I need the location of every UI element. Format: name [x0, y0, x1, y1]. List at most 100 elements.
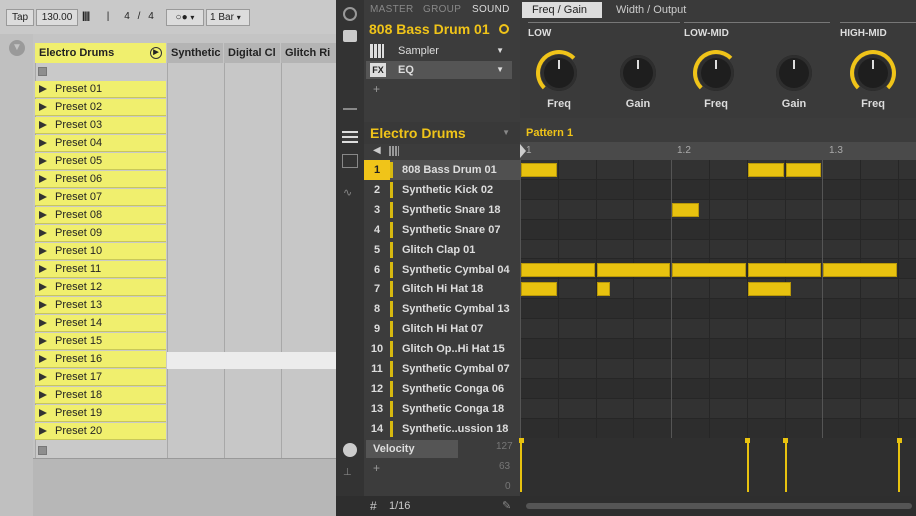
note-event[interactable]	[747, 163, 784, 177]
sound-name[interactable]: 808 Bass Drum 01	[369, 21, 490, 37]
pad-row[interactable]: 11 Synthetic Cymbal 07	[364, 359, 520, 379]
note-event[interactable]	[521, 163, 557, 177]
play-circle-icon[interactable]: ▶	[150, 47, 162, 59]
play-clip-icon[interactable]	[39, 229, 47, 237]
tab-master[interactable]: MASTER	[370, 4, 413, 15]
play-clip-icon[interactable]	[39, 409, 47, 417]
pad-row[interactable]: 14 Synthetic..ussion 18	[364, 419, 520, 439]
pad-row[interactable]: 3 Synthetic Snare 18	[364, 200, 520, 220]
preset-clip[interactable]: Preset 08	[35, 207, 166, 224]
play-clip-icon[interactable]	[39, 211, 47, 219]
track-header-glitch[interactable]: Glitch Ri	[281, 43, 336, 63]
preset-clip[interactable]: Preset 14	[35, 315, 166, 332]
preset-clip[interactable]: Preset 16	[35, 351, 166, 368]
velocity-stem[interactable]	[898, 440, 900, 492]
record-mode-dropdown[interactable]: ○● ▾	[166, 9, 204, 26]
pad-row[interactable]: 5 Glitch Clap 01	[364, 240, 520, 260]
velocity-stem[interactable]	[784, 440, 787, 492]
tab-group[interactable]: GROUP	[423, 4, 461, 15]
preset-clip[interactable]: Preset 13	[35, 297, 166, 314]
play-clip-icon[interactable]	[39, 103, 47, 111]
preset-clip[interactable]: Preset 06	[35, 171, 166, 188]
note-event[interactable]	[596, 282, 610, 297]
play-clip-icon[interactable]	[39, 139, 47, 147]
velocity-handle[interactable]	[745, 438, 751, 443]
list-view-icon[interactable]	[342, 131, 358, 143]
play-clip-icon[interactable]	[39, 301, 47, 309]
note-event[interactable]	[672, 262, 746, 277]
play-clip-icon[interactable]	[39, 121, 47, 129]
play-clip-icon[interactable]	[39, 157, 47, 165]
collapse-icon[interactable]	[343, 104, 357, 110]
tab-width-output[interactable]: Width / Output	[616, 2, 686, 18]
pad-row[interactable]: 6 Synthetic Cymbal 04	[364, 260, 520, 280]
speaker-icon[interactable]: ◀	[373, 145, 381, 156]
plugin-slot-eq[interactable]: FX EQ ▼	[366, 61, 512, 79]
metronome-bars-icon[interactable]: ||||	[82, 9, 98, 26]
horizontal-scrollbar[interactable]	[526, 503, 912, 509]
preset-clip[interactable]: Preset 18	[35, 387, 166, 404]
grid-toggle-icon[interactable]	[389, 146, 399, 156]
tab-sound[interactable]: SOUND	[472, 4, 510, 15]
velocity-stem[interactable]	[746, 440, 749, 492]
play-clip-icon[interactable]	[39, 85, 47, 93]
velocity-handle[interactable]	[896, 438, 902, 443]
stop-clip-icon[interactable]	[38, 67, 47, 76]
group-name[interactable]: Electro Drums ▼	[364, 122, 520, 144]
note-event[interactable]	[747, 282, 792, 297]
velocity-handle[interactable]	[518, 438, 524, 443]
pad-row[interactable]: 4 Synthetic Snare 07	[364, 220, 520, 240]
add-plugin-button[interactable]: +	[373, 82, 380, 96]
pad-row[interactable]: 12 Synthetic Conga 06	[364, 379, 520, 399]
play-clip-icon[interactable]	[39, 193, 47, 201]
collapse-chevron-icon[interactable]: ▼	[9, 40, 25, 56]
note-event[interactable]	[521, 262, 595, 277]
play-clip-icon[interactable]	[39, 265, 47, 273]
pad-row[interactable]: 10 Glitch Op..Hi Hat 15	[364, 339, 520, 359]
play-clip-icon[interactable]	[39, 283, 47, 291]
search-icon[interactable]	[499, 24, 509, 34]
high-mid-freq-knob[interactable]	[855, 55, 891, 91]
maschine-logo-icon[interactable]	[343, 7, 357, 21]
pad-row[interactable]: 13 Synthetic Conga 18	[364, 399, 520, 419]
play-clip-icon[interactable]	[39, 247, 47, 255]
grid-hash-icon[interactable]: #	[370, 499, 377, 513]
nudge-icon[interactable]: |	[100, 9, 116, 26]
preset-clip[interactable]: Preset 17	[35, 369, 166, 386]
preset-clip[interactable]: Preset 09	[35, 225, 166, 242]
velocity-param[interactable]: Velocity	[366, 440, 458, 458]
velocity-handle[interactable]	[783, 438, 789, 443]
plugin-slot-sampler[interactable]: Sampler ▼	[366, 42, 512, 60]
play-clip-icon[interactable]	[39, 337, 47, 345]
piano-roll-icon[interactable]	[342, 154, 358, 168]
pattern-name[interactable]: Pattern 1	[526, 127, 573, 139]
preset-clip[interactable]: Preset 02	[35, 99, 166, 116]
note-event[interactable]	[521, 282, 557, 297]
preset-clip[interactable]: Preset 01	[35, 81, 166, 98]
velocity-stem[interactable]	[520, 440, 522, 492]
pad-row[interactable]: 2 Synthetic Kick 02	[364, 180, 520, 200]
low-gain-knob[interactable]	[620, 55, 656, 91]
velocity-lane[interactable]	[518, 438, 916, 496]
plug-icon[interactable]	[343, 30, 357, 42]
tempo-field[interactable]: 130.00	[36, 9, 78, 26]
play-clip-icon[interactable]	[39, 373, 47, 381]
playhead-icon[interactable]	[520, 144, 526, 158]
timeline-ruler[interactable]: 1 1.2 1.3	[520, 142, 916, 160]
meter-denominator[interactable]: 4	[144, 9, 158, 26]
pad-row[interactable]: 9 Glitch Hi Hat 07	[364, 319, 520, 339]
dropdown-arrow-icon[interactable]: ▼	[502, 122, 510, 144]
preset-clip[interactable]: Preset 04	[35, 135, 166, 152]
tab-freq-gain[interactable]: Freq / Gain	[522, 2, 602, 18]
preset-clip[interactable]: Preset 11	[35, 261, 166, 278]
note-event[interactable]	[596, 262, 671, 277]
waveform-icon[interactable]: ∿	[343, 186, 352, 199]
step-grid[interactable]	[520, 160, 916, 439]
preset-clip[interactable]: Preset 10	[35, 243, 166, 260]
grid-resolution[interactable]: 1/16	[389, 500, 410, 512]
note-event[interactable]	[672, 202, 699, 217]
add-param-button[interactable]: +	[373, 461, 380, 475]
note-event[interactable]	[747, 262, 822, 277]
play-clip-icon[interactable]	[39, 391, 47, 399]
low-mid-freq-knob[interactable]	[698, 55, 734, 91]
